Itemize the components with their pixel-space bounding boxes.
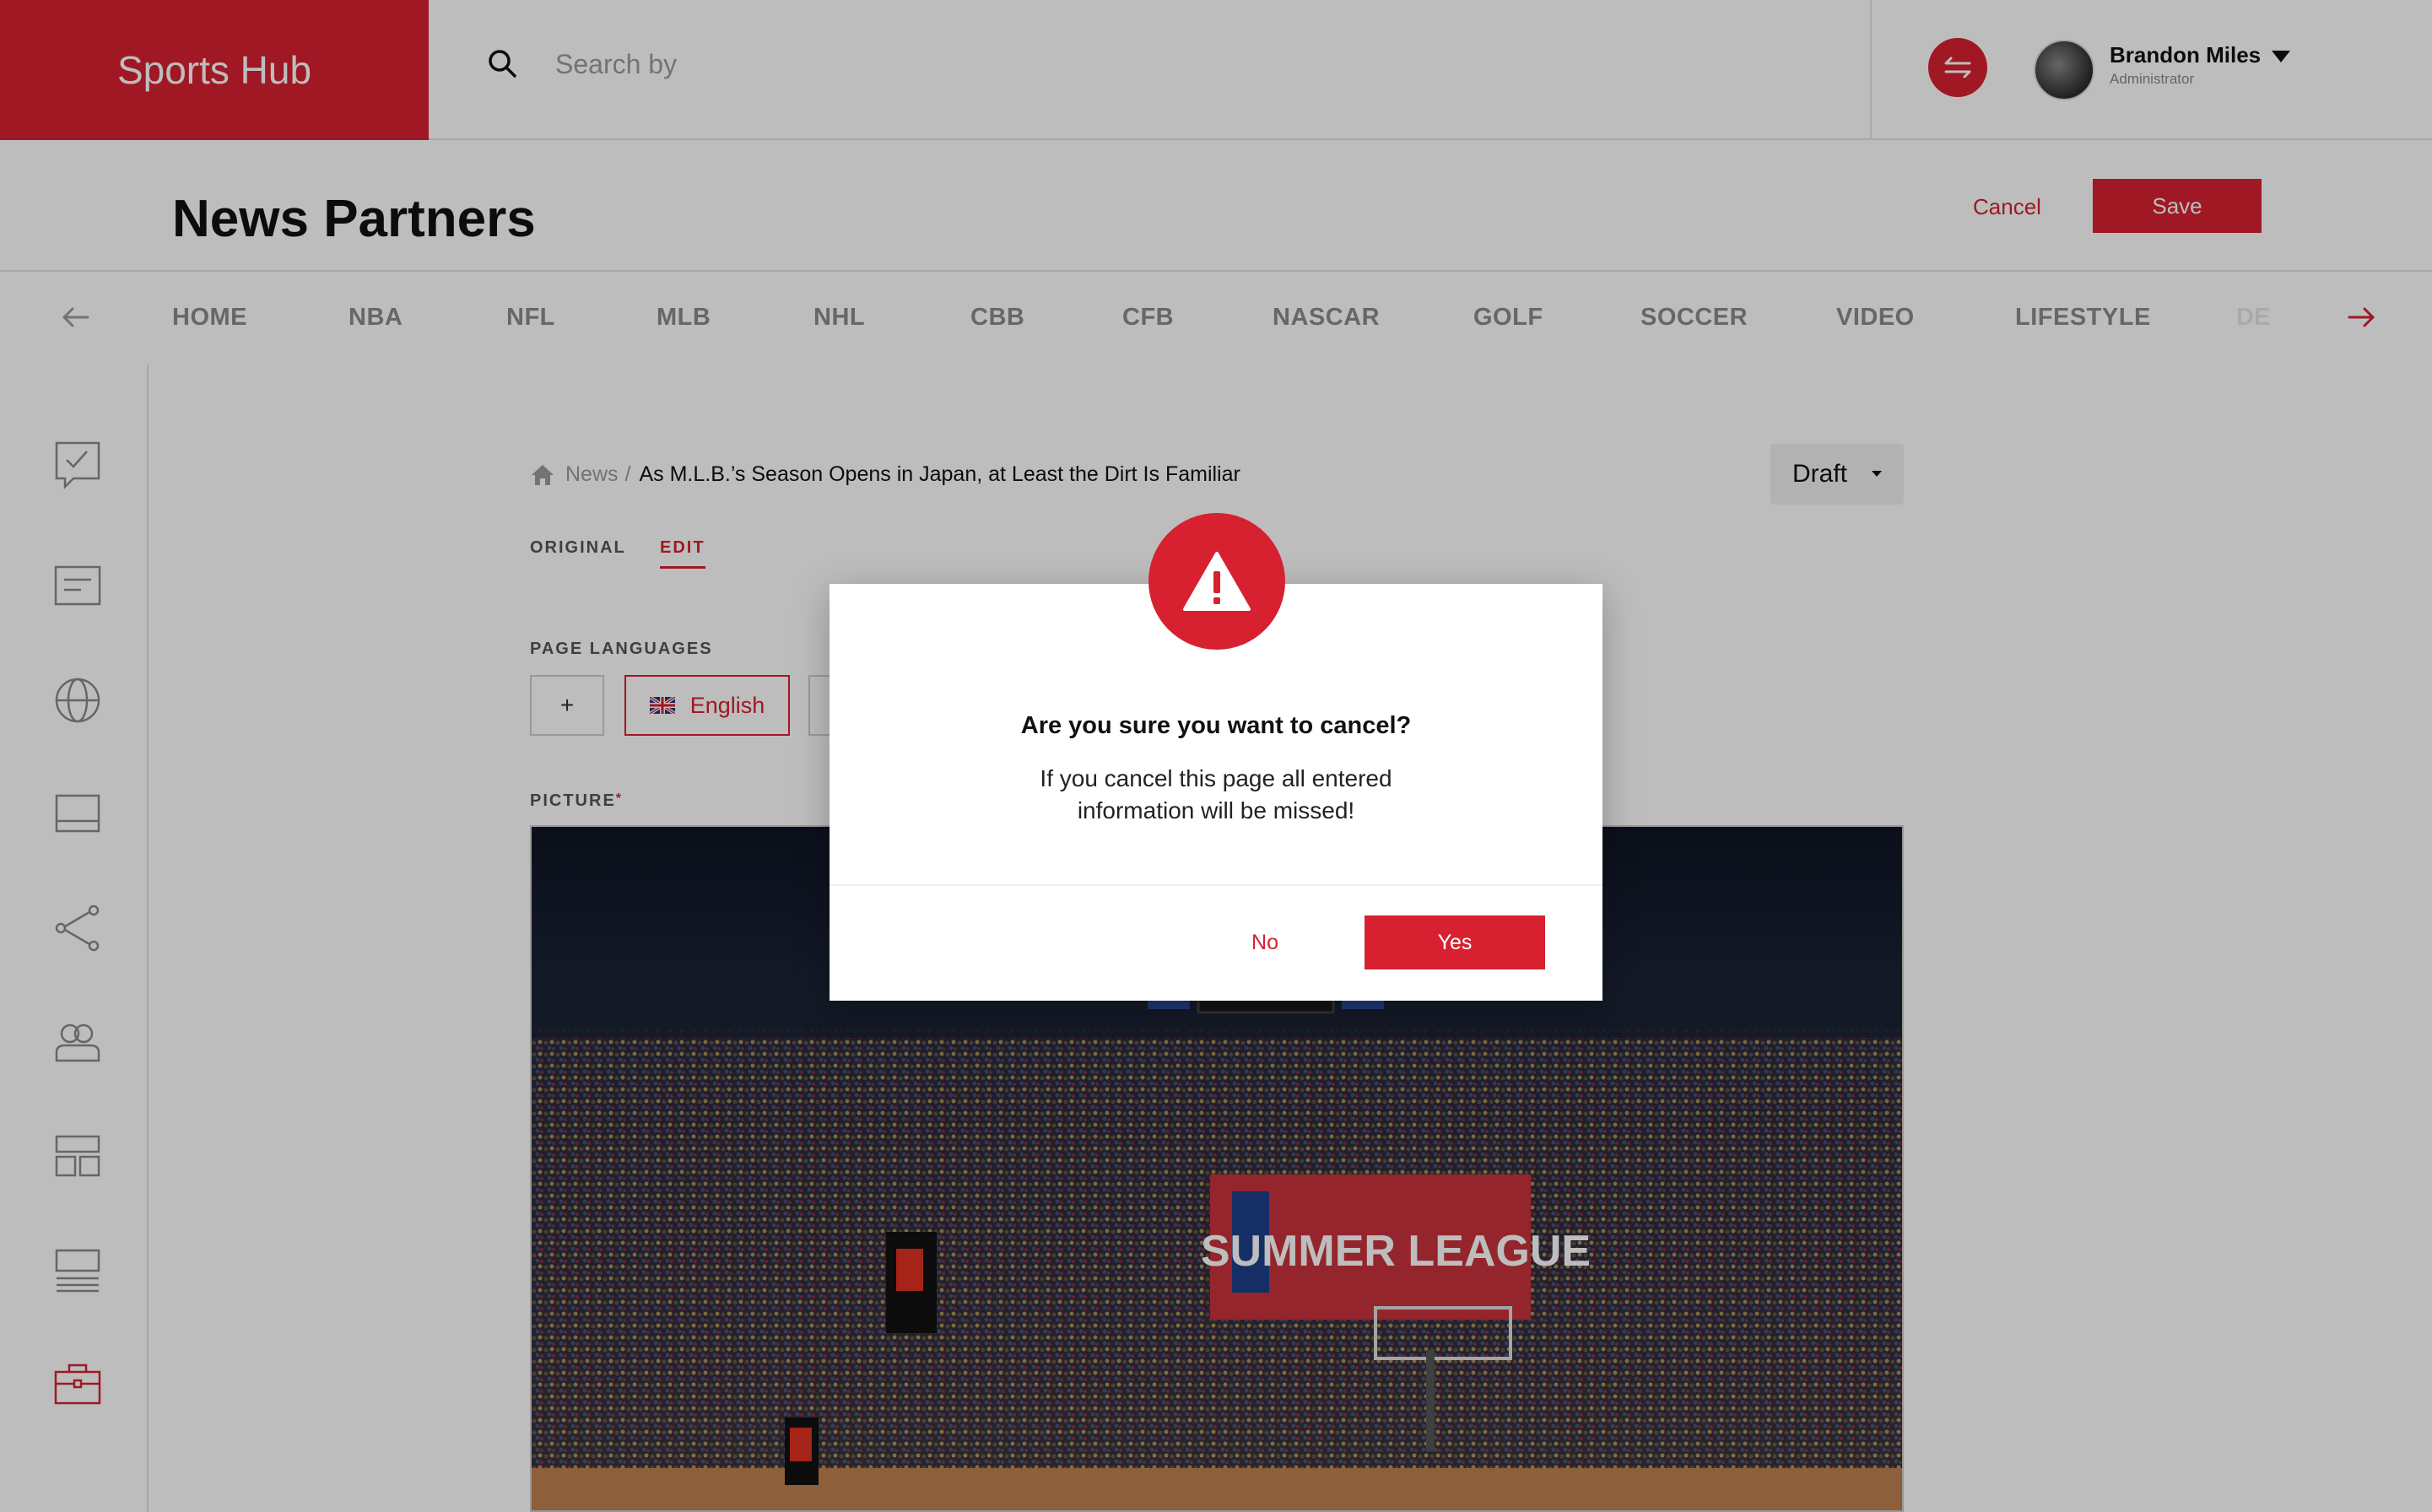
yes-button[interactable]: Yes [1365,915,1545,969]
dialog-title: Are you sure you want to cancel? [1020,712,1412,739]
dialog-divider [830,884,1602,886]
no-button[interactable]: No [1235,916,1295,969]
warning-badge [1148,513,1285,650]
dialog-message: If you cancel this page all entered info… [1040,765,1392,824]
warning-icon [1183,552,1251,611]
